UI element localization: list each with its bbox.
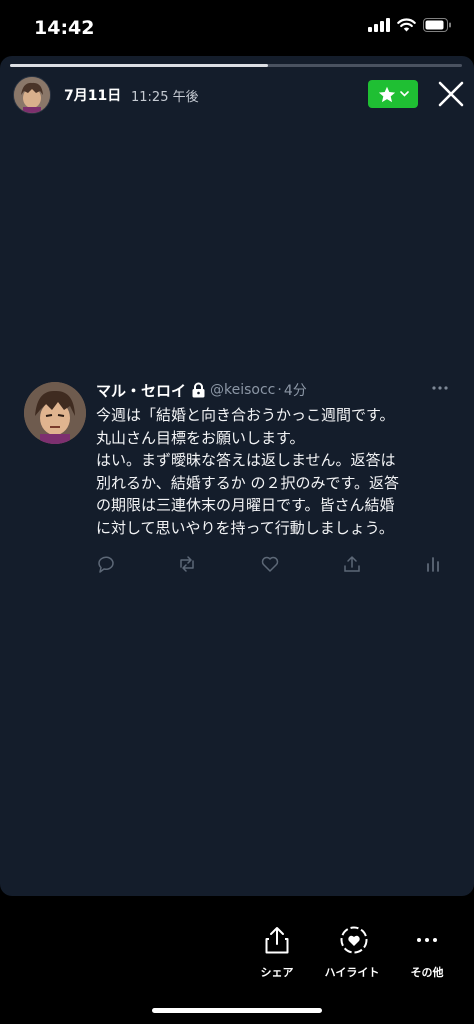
tweet-text-line: に対して思いやりを持って行動しましょう。 [96,518,394,537]
highlight-label: ハイライト [324,966,380,979]
retweet-icon[interactable] [177,554,197,574]
tweet-text: 今週は「結婚と向き合おうかっこ週間です。 丸山さん目標をお願いします。 はい。ま… [96,404,456,539]
tweet-text-line: の期限は三連休末の月曜日です。皆さん結婚 [96,496,395,514]
lock-icon [192,382,205,398]
share-icon [265,927,289,954]
tweet-time: 4分 [283,383,307,399]
share-icon[interactable] [342,554,362,574]
share-label: シェア [260,966,294,979]
highlight-button[interactable]: ハイライト [317,926,387,986]
chevron-down-icon [399,91,409,97]
tweet-author-name[interactable]: マル・セロイ [96,380,186,401]
signal-icon [368,18,390,32]
avatar-image [14,77,50,113]
story-date: 7月11日 [64,88,122,104]
tweet-separator: · [277,382,282,398]
tweet-actions [96,554,446,576]
wifi-icon [397,18,416,32]
like-icon[interactable] [260,554,280,574]
tweet-header: マル・セロイ @keisocc · 4分 [96,379,307,401]
reply-icon[interactable] [96,554,116,574]
tweet-text-line: はい。まず曖昧な答えは返しません。返答は [96,451,396,469]
status-bar: 14:42 [0,0,474,56]
status-icons [368,18,452,32]
analytics-icon[interactable] [423,554,443,574]
more-label: その他 [410,966,444,979]
battery-icon [423,18,451,32]
close-icon [438,81,464,107]
favorite-button[interactable] [368,80,418,108]
story-avatar[interactable] [13,76,51,114]
story-progress-fill [10,64,268,67]
story-card[interactable]: 7月11日 11:25 午後 マル・セロイ @keisocc · 4分 今週は「… [0,56,474,896]
more-button[interactable]: その他 [392,926,462,986]
tweet-text-line: 丸山さん目標をお願いします。 [96,428,305,447]
tweet-text-line: 別れるか、結婚するか の２択のみです。返答 [96,473,399,492]
more-icon [417,938,437,942]
more-options-icon[interactable] [430,378,450,398]
tweet-text-line: 今週は「結婚と向き合おうかっこ週間です。 [96,406,395,424]
tweet-avatar[interactable] [24,382,86,444]
share-button[interactable]: シェア [242,926,312,986]
bottom-action-bar: シェア ハイライト その他 [0,896,474,1024]
close-button[interactable] [436,79,466,109]
tweet-handle[interactable]: @keisocc [210,382,275,398]
story-progress-bar [10,64,462,67]
status-time: 14:42 [34,17,95,39]
home-indicator [152,1008,322,1013]
avatar-image [24,382,86,444]
story-time: 11:25 午後 [131,90,199,105]
highlight-heart-icon [340,926,368,954]
star-icon [378,86,395,102]
